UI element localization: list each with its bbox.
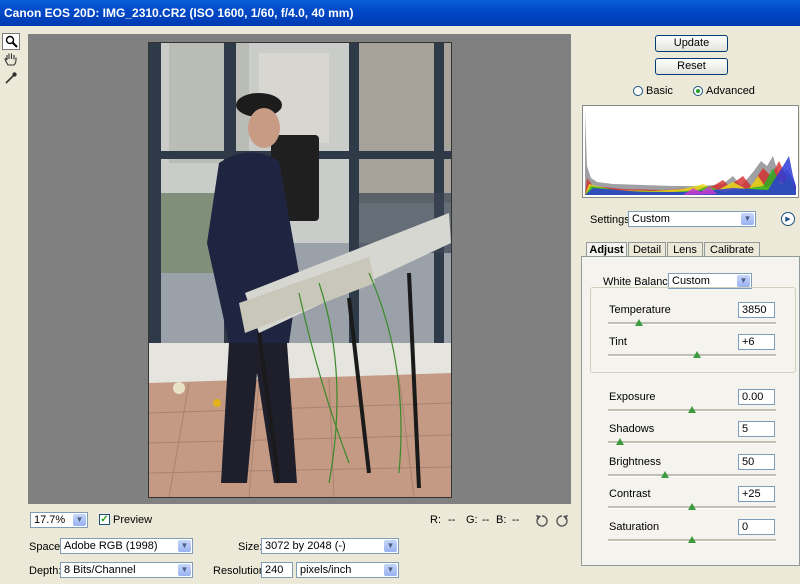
image-preview-area[interactable]	[28, 34, 571, 504]
white-balance-group	[590, 287, 796, 373]
brightness-input[interactable]: 50	[738, 454, 775, 470]
resolution-label: Resolution:	[213, 565, 269, 577]
exposure-label: Exposure	[609, 391, 656, 403]
saturation-slider-thumb[interactable]	[688, 536, 696, 543]
zoom-level-select[interactable]: 17.7% ▼	[30, 512, 88, 528]
size-select[interactable]: 3072 by 2048 (-) ▼	[261, 538, 399, 554]
raw-photo-preview	[148, 42, 452, 498]
settings-label: Settings:	[590, 214, 633, 226]
histogram	[582, 105, 799, 198]
tint-label: Tint	[609, 336, 627, 348]
preview-label: Preview	[113, 514, 153, 526]
contrast-slider-thumb[interactable]	[688, 503, 696, 510]
tab-lens[interactable]: Lens	[667, 242, 703, 257]
saturation-slider[interactable]	[608, 536, 776, 545]
contrast-input[interactable]: +25	[738, 486, 775, 502]
shadows-input[interactable]: 5	[738, 421, 775, 437]
contrast-slider[interactable]	[608, 503, 776, 512]
temperature-label: Temperature	[609, 304, 671, 316]
depth-label: Depth:	[29, 565, 62, 577]
window-title: Canon EOS 20D: IMG_2310.CR2 (ISO 1600, 1…	[0, 0, 800, 26]
g-label: G:	[466, 514, 478, 526]
tint-slider-thumb[interactable]	[692, 351, 701, 358]
white-balance-value: Custom	[672, 275, 710, 287]
settings-menu-icon[interactable]: ▶	[781, 212, 795, 226]
temperature-slider-thumb[interactable]	[635, 319, 644, 326]
chevron-down-icon: ▼	[384, 540, 397, 552]
shadows-label: Shadows	[609, 423, 655, 435]
settings-select[interactable]: Custom ▼	[628, 211, 756, 227]
resolution-unit-select[interactable]: pixels/inch ▼	[296, 562, 399, 578]
contrast-label: Contrast	[609, 488, 651, 500]
zoom-tool-icon[interactable]	[2, 33, 20, 50]
b-value: --	[512, 514, 520, 526]
settings-value: Custom	[632, 213, 670, 225]
exposure-slider[interactable]	[608, 406, 776, 415]
shadows-slider-thumb[interactable]	[616, 438, 624, 445]
temperature-slider[interactable]	[608, 319, 776, 328]
zoom-level-value: 17.7%	[34, 514, 66, 526]
b-label: B:	[496, 514, 507, 526]
preview-checkbox[interactable]: ✓	[99, 514, 110, 525]
saturation-label: Saturation	[609, 521, 660, 533]
space-select[interactable]: Adobe RGB (1998) ▼	[60, 538, 193, 554]
chevron-down-icon: ▼	[737, 275, 750, 287]
basic-label: Basic	[646, 85, 673, 97]
eyedropper-tool-icon[interactable]	[2, 69, 20, 86]
brightness-slider-thumb[interactable]	[660, 471, 669, 478]
depth-select[interactable]: 8 Bits/Channel ▼	[60, 562, 193, 578]
hand-tool-icon[interactable]	[2, 51, 20, 68]
shadows-slider[interactable]	[608, 438, 776, 447]
chevron-down-icon: ▼	[178, 564, 191, 576]
basic-radio[interactable]	[633, 86, 643, 96]
tool-palette	[2, 33, 24, 87]
rotate-right-icon[interactable]	[555, 514, 569, 531]
rotate-left-icon[interactable]	[535, 514, 549, 531]
r-label: R:	[430, 514, 441, 526]
chevron-down-icon: ▼	[741, 213, 754, 225]
reset-button[interactable]: Reset	[655, 58, 728, 75]
resolution-input[interactable]: 240	[261, 562, 293, 578]
temperature-input[interactable]: 3850	[738, 302, 775, 318]
space-label: Space:	[29, 541, 64, 553]
saturation-input[interactable]: 0	[738, 519, 775, 535]
r-value: --	[448, 514, 456, 526]
space-value: Adobe RGB (1998)	[64, 540, 158, 552]
g-value: --	[482, 514, 490, 526]
chevron-down-icon: ▼	[178, 540, 191, 552]
tab-detail[interactable]: Detail	[628, 242, 666, 257]
resolution-unit-value: pixels/inch	[300, 564, 352, 576]
depth-value: 8 Bits/Channel	[64, 564, 136, 576]
brightness-slider[interactable]	[608, 471, 776, 480]
tint-slider[interactable]	[608, 351, 776, 360]
exposure-input[interactable]: 0.00	[738, 389, 775, 405]
chevron-down-icon: ▼	[384, 564, 397, 576]
size-value: 3072 by 2048 (-)	[265, 540, 346, 552]
advanced-radio[interactable]	[693, 86, 703, 96]
brightness-label: Brightness	[609, 456, 661, 468]
tint-input[interactable]: +6	[738, 334, 775, 350]
advanced-label: Advanced	[706, 85, 755, 97]
update-button[interactable]: Update	[655, 35, 728, 52]
chevron-down-icon: ▼	[73, 514, 86, 526]
tab-calibrate[interactable]: Calibrate	[704, 242, 760, 257]
resolution-value: 240	[265, 564, 284, 576]
size-label: Size:	[238, 541, 263, 553]
exposure-slider-thumb[interactable]	[688, 406, 696, 413]
